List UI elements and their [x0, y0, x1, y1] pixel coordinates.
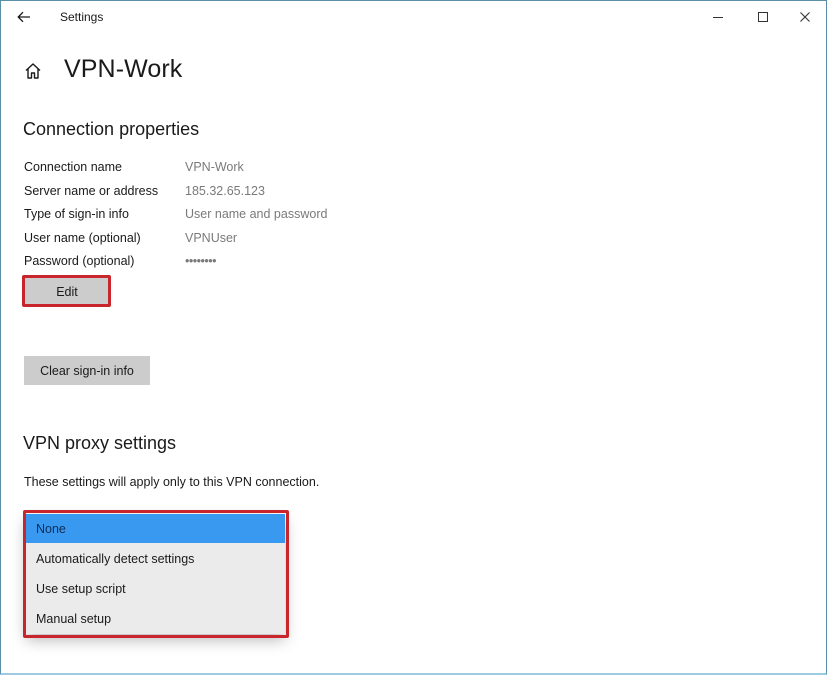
- property-value: User name and password: [185, 207, 328, 221]
- close-icon: [800, 12, 810, 22]
- property-value: 185.32.65.123: [185, 184, 265, 198]
- arrow-left-icon: [17, 11, 30, 23]
- dropdown-highlight-box: [23, 510, 289, 638]
- property-label: Type of sign-in info: [24, 207, 129, 221]
- home-icon: [25, 63, 41, 79]
- property-value: ••••••••: [185, 254, 217, 268]
- connection-properties-heading: Connection properties: [23, 119, 200, 139]
- settings-window: Settings VPN-Work Connection properties …: [0, 0, 827, 675]
- proxy-description: These settings will apply only to this V…: [24, 475, 320, 489]
- close-button[interactable]: [782, 1, 827, 33]
- back-button[interactable]: [11, 5, 37, 29]
- maximize-icon: [758, 12, 768, 22]
- home-button[interactable]: [23, 61, 43, 81]
- page-title: VPN-Work: [64, 55, 183, 83]
- vpn-proxy-settings-heading: VPN proxy settings: [23, 433, 177, 453]
- edit-highlight-box: [22, 275, 111, 307]
- property-label: User name (optional): [24, 231, 141, 245]
- property-value: VPNUser: [185, 231, 238, 245]
- property-label: Server name or address: [24, 184, 159, 198]
- minimize-button[interactable]: [695, 1, 741, 33]
- maximize-button[interactable]: [740, 1, 786, 33]
- property-value: VPN-Work: [185, 160, 244, 174]
- title-bar: Settings: [1, 1, 826, 33]
- property-label: Password (optional): [24, 254, 135, 268]
- app-title: Settings: [60, 10, 104, 24]
- minimize-icon: [713, 17, 723, 18]
- property-label: Connection name: [24, 160, 122, 174]
- clear-sign-in-info-button[interactable]: Clear sign-in info: [24, 356, 150, 385]
